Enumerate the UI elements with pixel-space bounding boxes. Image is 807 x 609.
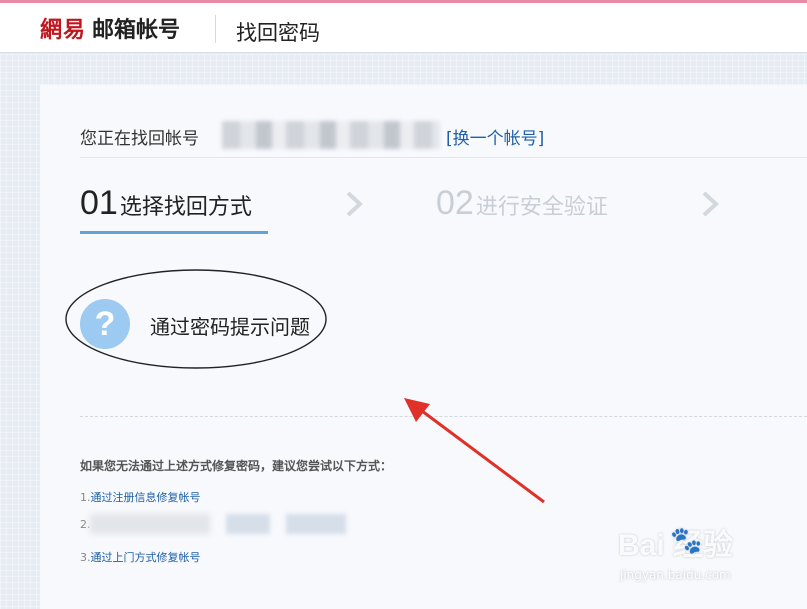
registration-info-link[interactable]: 通过注册信息修复帐号	[91, 491, 201, 504]
paw-icon: 🐾	[670, 526, 703, 556]
baidu-watermark: Bai 经验 🐾 jingyan.baidu.com	[618, 520, 768, 590]
netease-logo[interactable]: 網易 邮箱帐号	[40, 13, 180, 43]
alternative-item-2-index: 2.	[80, 518, 91, 531]
annotation-arrow-icon	[404, 398, 545, 504]
annotation-ellipse	[65, 269, 327, 369]
page-header: 網易 邮箱帐号 找回密码	[0, 3, 807, 53]
step-2-number: 02	[436, 184, 474, 222]
step-2: 02 进行安全验证	[436, 184, 608, 223]
on-site-repair-link[interactable]: 通过上门方式修复帐号	[91, 551, 201, 564]
step-1-number: 01	[80, 184, 118, 222]
alternative-item-3: 3.通过上门方式修复帐号	[80, 549, 201, 565]
watermark-url: jingyan.baidu.com	[620, 568, 731, 582]
alternative-item-1-index: 1.	[80, 491, 91, 504]
header-divider	[215, 15, 216, 43]
step-1-label: 选择找回方式	[119, 195, 252, 220]
chevron-right-icon	[346, 191, 363, 217]
step-2-label: 进行安全验证	[475, 195, 608, 220]
alternative-item-1: 1.通过注册信息修复帐号	[80, 489, 201, 505]
account-redacted	[222, 121, 440, 149]
alternative-item-3-index: 3.	[80, 551, 91, 564]
alternative-item-2-redacted	[90, 514, 210, 534]
logo-brand-text: 網易	[40, 17, 87, 43]
chevron-right-icon	[702, 191, 719, 217]
switch-account-link[interactable]: [换一个帐号]	[446, 124, 544, 149]
alternatives-heading: 如果您无法通过上述方式修复密码，建议您尝试以下方式：	[80, 459, 393, 473]
alternative-item-2: 2.	[80, 518, 91, 531]
alternative-item-2-redacted	[286, 514, 346, 534]
alternative-item-2-redacted	[226, 514, 270, 534]
account-prefix: 您正在找回帐号	[80, 129, 199, 149]
divider	[80, 157, 807, 158]
active-step-underline	[80, 231, 268, 234]
page-title: 找回密码	[236, 21, 320, 45]
step-1: 01 选择找回方式	[80, 184, 252, 223]
logo-product-text: 邮箱帐号	[92, 18, 181, 43]
